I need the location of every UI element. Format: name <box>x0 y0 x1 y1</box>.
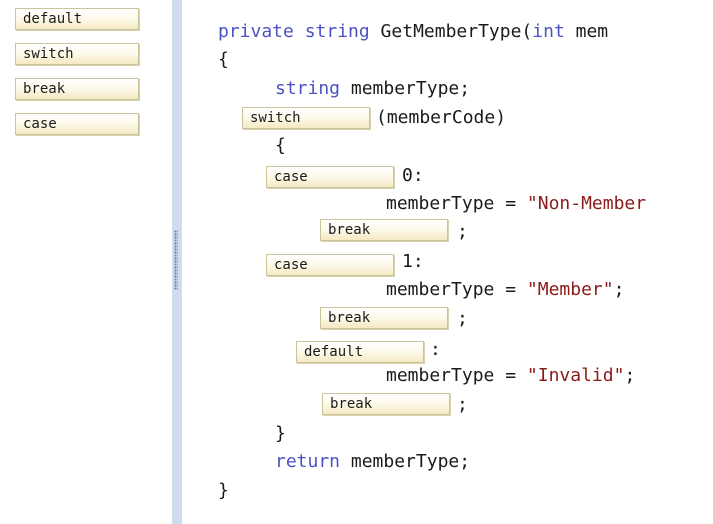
pane-splitter[interactable] <box>172 0 182 524</box>
assign-member-text: memberType = <box>386 279 527 300</box>
case-zero-drop-slot[interactable]: case <box>266 166 394 188</box>
assign-member-semicolon: ; <box>613 279 625 300</box>
answer-palette: default switch break case <box>0 0 172 524</box>
default-colon: : <box>430 339 441 360</box>
switch-open-brace: { <box>275 135 286 156</box>
palette-token-case[interactable]: case <box>15 113 139 135</box>
method-close-brace: } <box>218 480 229 501</box>
assign-invalid-line: memberType = "Invalid"; <box>386 366 635 386</box>
assign-non-member-line: memberType = "Non-Member <box>386 194 646 214</box>
return-text: memberType; <box>340 451 471 472</box>
invalid-string: "Invalid" <box>526 365 625 386</box>
palette-token-switch[interactable]: switch <box>15 43 139 65</box>
assign-non-member-text: memberType = <box>386 193 527 214</box>
signature-int-keyword: int <box>532 21 565 42</box>
case-one-drop-slot[interactable]: case <box>266 254 394 276</box>
signature-text: GetMemberType( <box>369 21 533 42</box>
declaration-text: memberType; <box>340 78 471 99</box>
break-one-semicolon: ; <box>457 221 468 242</box>
break-three-semicolon: ; <box>457 394 468 415</box>
default-drop-slot[interactable]: default <box>296 341 424 363</box>
case-zero-label: 0: <box>402 165 424 186</box>
return-line: return memberType; <box>275 452 470 472</box>
signature-param-text: mem <box>564 21 609 42</box>
break-two-semicolon: ; <box>457 308 468 329</box>
assign-member-line: memberType = "Member"; <box>386 280 624 300</box>
switch-expression: (memberCode) <box>376 107 507 128</box>
splitter-grip-icon[interactable] <box>174 230 178 290</box>
assign-invalid-semicolon: ; <box>624 365 636 386</box>
member-string: "Member" <box>526 279 614 300</box>
case-one-label: 1: <box>402 251 424 272</box>
signature-keywords: private string <box>218 21 370 42</box>
break-one-drop-slot[interactable]: break <box>320 219 448 241</box>
switch-close-brace: } <box>275 423 286 444</box>
method-open-brace: { <box>218 49 229 70</box>
code-editor: private string GetMemberType(int mem { s… <box>182 0 713 524</box>
switch-drop-slot[interactable]: switch <box>242 107 370 129</box>
method-signature-line: private string GetMemberType(int mem <box>218 22 608 42</box>
return-keyword: return <box>275 451 341 472</box>
palette-token-break[interactable]: break <box>15 78 139 100</box>
non-member-string: "Non-Member <box>526 193 647 214</box>
palette-token-default[interactable]: default <box>15 8 139 30</box>
declaration-line: string memberType; <box>275 79 470 99</box>
break-two-drop-slot[interactable]: break <box>320 307 448 329</box>
break-three-drop-slot[interactable]: break <box>322 393 450 415</box>
assign-invalid-text: memberType = <box>386 365 527 386</box>
declaration-type-keyword: string <box>275 78 341 99</box>
